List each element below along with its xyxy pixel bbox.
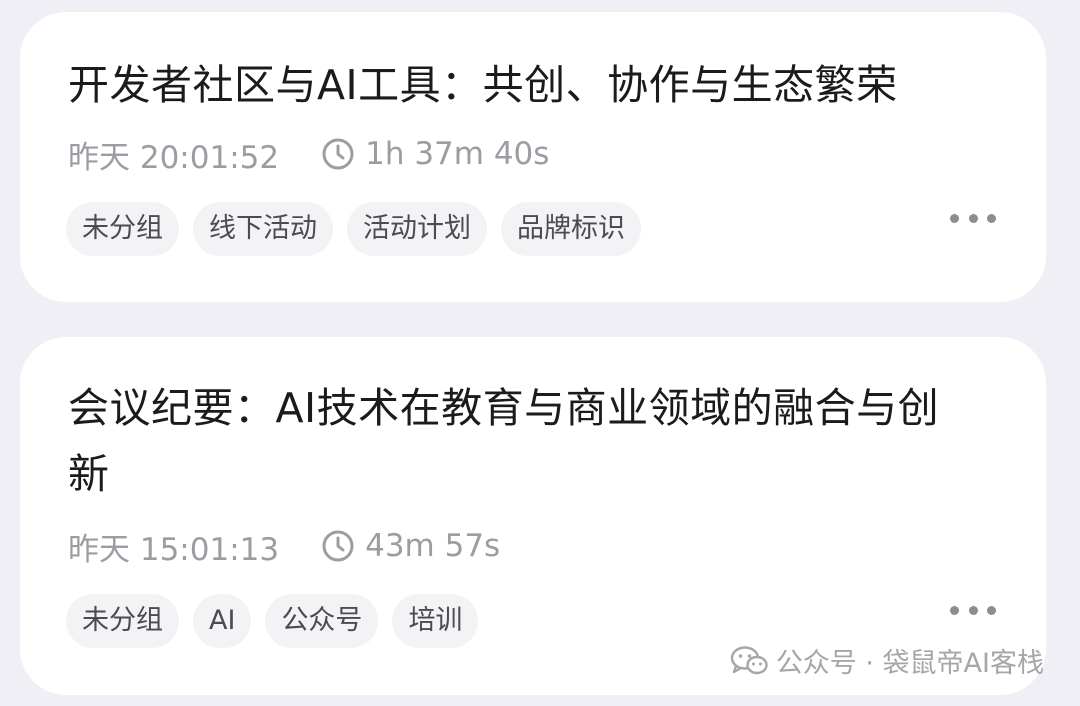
- clock-icon: [321, 529, 355, 563]
- tag-list: 未分组 线下活动 活动计划 品牌标识: [66, 202, 641, 256]
- recording-meta: 昨天 20:01:52 1h 37m 40s: [68, 134, 550, 176]
- tag-chip[interactable]: 未分组: [66, 594, 179, 648]
- recording-title: 开发者社区与AI工具：共创、协作与生态繁荣: [68, 61, 898, 109]
- more-dots-icon[interactable]: [950, 208, 996, 228]
- recording-time: 昨天 20:01:52: [68, 139, 280, 176]
- more-dots-icon[interactable]: [950, 600, 996, 620]
- wechat-icon: [730, 645, 768, 677]
- recording-title: 会议纪要：AI技术在教育与商业领域的融合与创新: [68, 384, 940, 498]
- tag-chip[interactable]: 未分组: [66, 202, 179, 256]
- watermark-text: 公众号 · 袋鼠帝AI客栈: [775, 648, 1044, 679]
- tag-chip[interactable]: 公众号: [265, 594, 379, 648]
- tag-chip[interactable]: 培训: [392, 594, 479, 648]
- recording-meta: 昨天 15:01:13 43m 57s: [68, 526, 501, 568]
- recording-time: 昨天 15:01:13: [68, 531, 280, 568]
- tag-chip[interactable]: 活动计划: [347, 202, 487, 256]
- recording-duration: 43m 57s: [365, 528, 501, 564]
- tag-chip[interactable]: AI: [193, 594, 252, 648]
- recording-duration: 1h 37m 40s: [365, 136, 550, 172]
- tag-list: 未分组 AI 公众号 培训: [66, 594, 479, 648]
- tag-chip[interactable]: 品牌标识: [501, 202, 641, 256]
- recording-card[interactable]: 开发者社区与AI工具：共创、协作与生态繁荣 昨天 20:01:52 1h 37m…: [20, 12, 1046, 302]
- watermark: 公众号 · 袋鼠帝AI客栈: [730, 641, 1044, 680]
- clock-icon: [321, 137, 355, 171]
- tag-chip[interactable]: 线下活动: [193, 202, 333, 256]
